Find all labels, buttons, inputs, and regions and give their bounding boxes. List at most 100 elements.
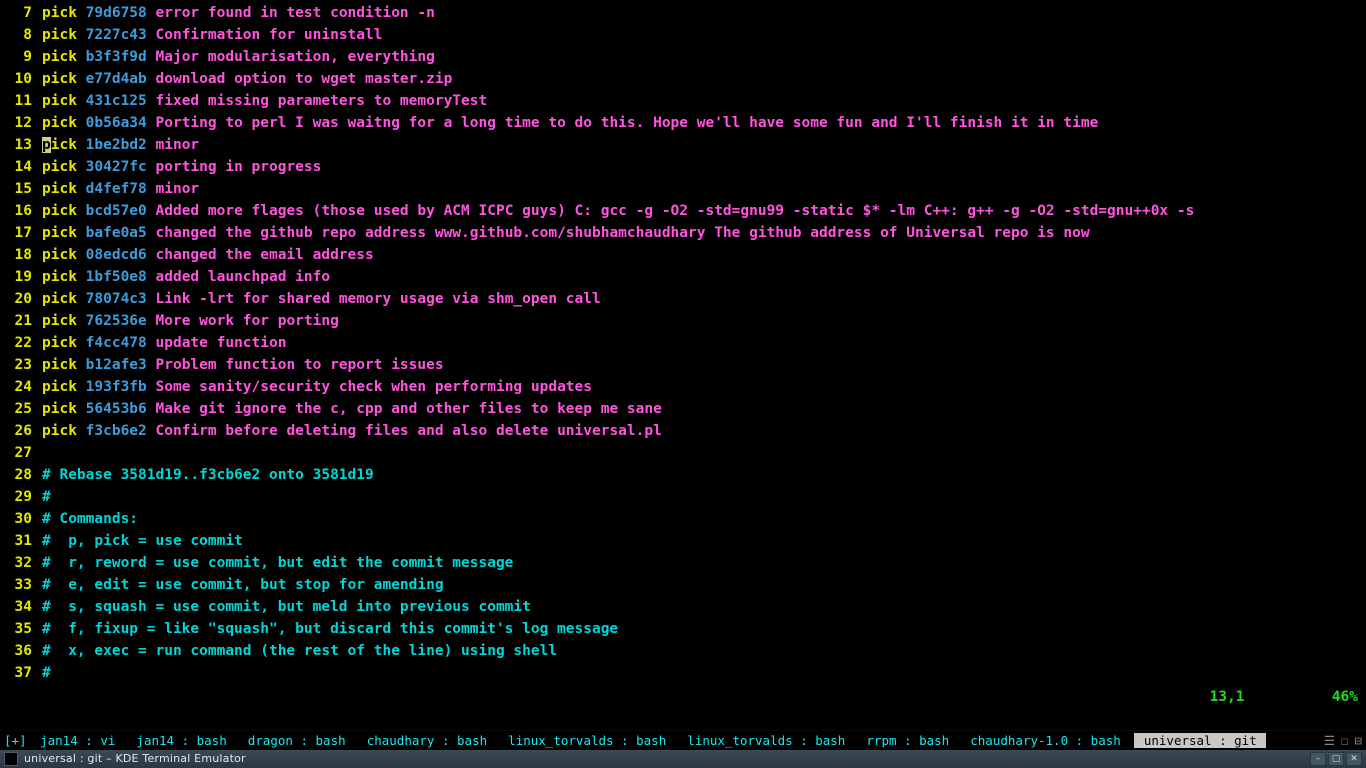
- tmux-symbol: ⊟: [1354, 731, 1362, 751]
- line-number: 17: [4, 222, 32, 244]
- editor-line[interactable]: 24pick 193f3fb Some sanity/security chec…: [4, 376, 1362, 398]
- line-number: 10: [4, 68, 32, 90]
- window-minimize-button[interactable]: –: [1310, 752, 1326, 766]
- line-number: 7: [4, 2, 32, 24]
- line-content: pick 30427fc porting in progress: [42, 156, 321, 178]
- line-number: 34: [4, 596, 32, 618]
- editor-line[interactable]: 17pick bafe0a5 changed the github repo a…: [4, 222, 1362, 244]
- tmux-window-tab[interactable]: rrpm : bash: [859, 733, 957, 748]
- editor-line[interactable]: 25 pick 56453b6 Make git ignore the c, cp…: [4, 398, 1362, 420]
- line-content: #: [42, 486, 51, 508]
- line-number: 26: [4, 420, 32, 442]
- cursor-position: 13,1: [1210, 689, 1245, 705]
- tmux-window-tab[interactable]: jan14 : vi: [33, 733, 123, 748]
- editor-line[interactable]: 22pick f4cc478 update function: [4, 332, 1362, 354]
- tmux-window-tab[interactable]: dragon : bash: [240, 733, 353, 748]
- editor-line[interactable]: 31# p, pick = use commit: [4, 530, 1362, 552]
- editor-line[interactable]: 35# f, fixup = like "squash", but discar…: [4, 618, 1362, 640]
- line-content: pick e77d4ab download option to wget mas…: [42, 68, 452, 90]
- editor-line[interactable]: 27: [4, 442, 1362, 464]
- line-number: 28: [4, 464, 32, 486]
- line-content: pick 431c125 fixed missing parameters to…: [42, 90, 487, 112]
- editor-line[interactable]: 11pick 431c125 fixed missing parameters …: [4, 90, 1362, 112]
- editor-line[interactable]: 33 # e, edit = use commit, but stop for a…: [4, 574, 1362, 596]
- line-content: pick 1bf50e8 added launchpad info: [42, 266, 330, 288]
- line-number: 18: [4, 244, 32, 266]
- tmux-status-bar: [+] jan14 : vi jan14 : bash dragon : bas…: [0, 730, 1366, 750]
- line-number: 9: [4, 46, 32, 68]
- editor-line[interactable]: 10 pick e77d4ab download option to wget m…: [4, 68, 1362, 90]
- line-number: 21: [4, 310, 32, 332]
- editor-line[interactable]: 29 #: [4, 486, 1362, 508]
- tmux-symbol: ☰: [1324, 731, 1335, 751]
- window-maximize-button[interactable]: ▢: [1328, 752, 1344, 766]
- editor-line[interactable]: 19 pick 1bf50e8 added launchpad info: [4, 266, 1362, 288]
- editor-viewport[interactable]: 7 pick 79d6758 error found in test condit…: [0, 0, 1366, 726]
- line-content: # s, squash = use commit, but meld into …: [42, 596, 531, 618]
- editor-line[interactable]: 36# x, exec = run command (the rest of t…: [4, 640, 1362, 662]
- line-content: #: [42, 662, 51, 684]
- editor-line[interactable]: 14pick 30427fc porting in progress: [4, 156, 1362, 178]
- editor-line[interactable]: 9 pick b3f3f9d Major modularisation, ever…: [4, 46, 1362, 68]
- line-content: # p, pick = use commit: [42, 530, 243, 552]
- window-close-button[interactable]: ✕: [1346, 752, 1362, 766]
- cursor: p: [42, 137, 51, 153]
- line-content: pick 79d6758 error found in test conditi…: [42, 2, 435, 24]
- editor-line[interactable]: 34 # s, squash = use commit, but meld int…: [4, 596, 1362, 618]
- tmux-session-indicator: [+]: [4, 731, 27, 751]
- editor-line[interactable]: 18pick 08edcd6 changed the email address: [4, 244, 1362, 266]
- line-content: pick 78074c3 Link -lrt for shared memory…: [42, 288, 601, 310]
- editor-line[interactable]: 8pick 7227c43 Confirmation for uninstall: [4, 24, 1362, 46]
- line-content: pick 762536e More work for porting: [42, 310, 339, 332]
- line-number: 16: [4, 200, 32, 222]
- line-number: 32: [4, 552, 32, 574]
- line-number: 37: [4, 662, 32, 684]
- scroll-percent: 46%: [1332, 689, 1358, 705]
- tmux-window-tab[interactable]: universal : git: [1134, 733, 1266, 748]
- editor-line[interactable]: 30 # Commands:: [4, 508, 1362, 530]
- line-number: 25: [4, 398, 32, 420]
- editor-line[interactable]: 28# Rebase 3581d19..f3cb6e2 onto 3581d19: [4, 464, 1362, 486]
- line-number: 35: [4, 618, 32, 640]
- tmux-window-tab[interactable]: chaudhary-1.0 : bash: [963, 733, 1129, 748]
- line-content: pick 1be2bd2 minor: [42, 134, 199, 156]
- editor-line[interactable]: 37 #: [4, 662, 1362, 684]
- app-icon: [4, 752, 18, 766]
- editor-line[interactable]: 21 pick 762536e More work for porting: [4, 310, 1362, 332]
- line-number: 20: [4, 288, 32, 310]
- line-content: pick f4cc478 update function: [42, 332, 286, 354]
- line-number: 29: [4, 486, 32, 508]
- tmux-window-tab[interactable]: linux_torvalds : bash: [680, 733, 853, 748]
- editor-line[interactable]: 12pick 0b56a34 Porting to perl I was wai…: [4, 112, 1362, 134]
- tmux-window-tab[interactable]: jan14 : bash: [129, 733, 234, 748]
- line-content: # e, edit = use commit, but stop for ame…: [42, 574, 444, 596]
- editor-line[interactable]: 7 pick 79d6758 error found in test condit…: [4, 2, 1362, 24]
- editor-line[interactable]: 15pick d4fef78 minor: [4, 178, 1362, 200]
- editor-line[interactable]: 32 # r, reword = use commit, but edit the…: [4, 552, 1362, 574]
- editor-line[interactable]: 16pick bcd57e0 Added more flages (those …: [4, 200, 1362, 222]
- editor-line[interactable]: 20 pick 78074c3 Link -lrt for shared memo…: [4, 288, 1362, 310]
- editor-line[interactable]: 23 pick b12afe3 Problem function to repor…: [4, 354, 1362, 376]
- line-content: pick 56453b6 Make git ignore the c, cpp …: [42, 398, 662, 420]
- tmux-window-tab[interactable]: linux_torvalds : bash: [501, 733, 674, 748]
- line-content: pick 0b56a34 Porting to perl I was waitn…: [42, 112, 1098, 134]
- tmux-window-tab[interactable]: chaudhary : bash: [359, 733, 494, 748]
- tmux-symbol: ☐: [1341, 731, 1349, 751]
- line-number: 24: [4, 376, 32, 398]
- line-number: 30: [4, 508, 32, 530]
- line-content: # Commands:: [42, 508, 138, 530]
- window-titlebar[interactable]: universal : git – KDE Terminal Emulator …: [0, 750, 1366, 768]
- editor-line[interactable]: 13 pick 1be2bd2 minor: [4, 134, 1362, 156]
- line-content: pick f3cb6e2 Confirm before deleting fil…: [42, 420, 662, 442]
- line-content: # x, exec = run command (the rest of the…: [42, 640, 557, 662]
- line-number: 13: [4, 134, 32, 156]
- editor-line[interactable]: 26 pick f3cb6e2 Confirm before deleting f…: [4, 420, 1362, 442]
- line-content: # r, reword = use commit, but edit the c…: [42, 552, 513, 574]
- line-content: pick b3f3f9d Major modularisation, every…: [42, 46, 435, 68]
- line-number: 23: [4, 354, 32, 376]
- line-content: pick 7227c43 Confirmation for uninstall: [42, 24, 382, 46]
- line-number: 33: [4, 574, 32, 596]
- line-content: pick b12afe3 Problem function to report …: [42, 354, 444, 376]
- line-number: 15: [4, 178, 32, 200]
- line-number: 19: [4, 266, 32, 288]
